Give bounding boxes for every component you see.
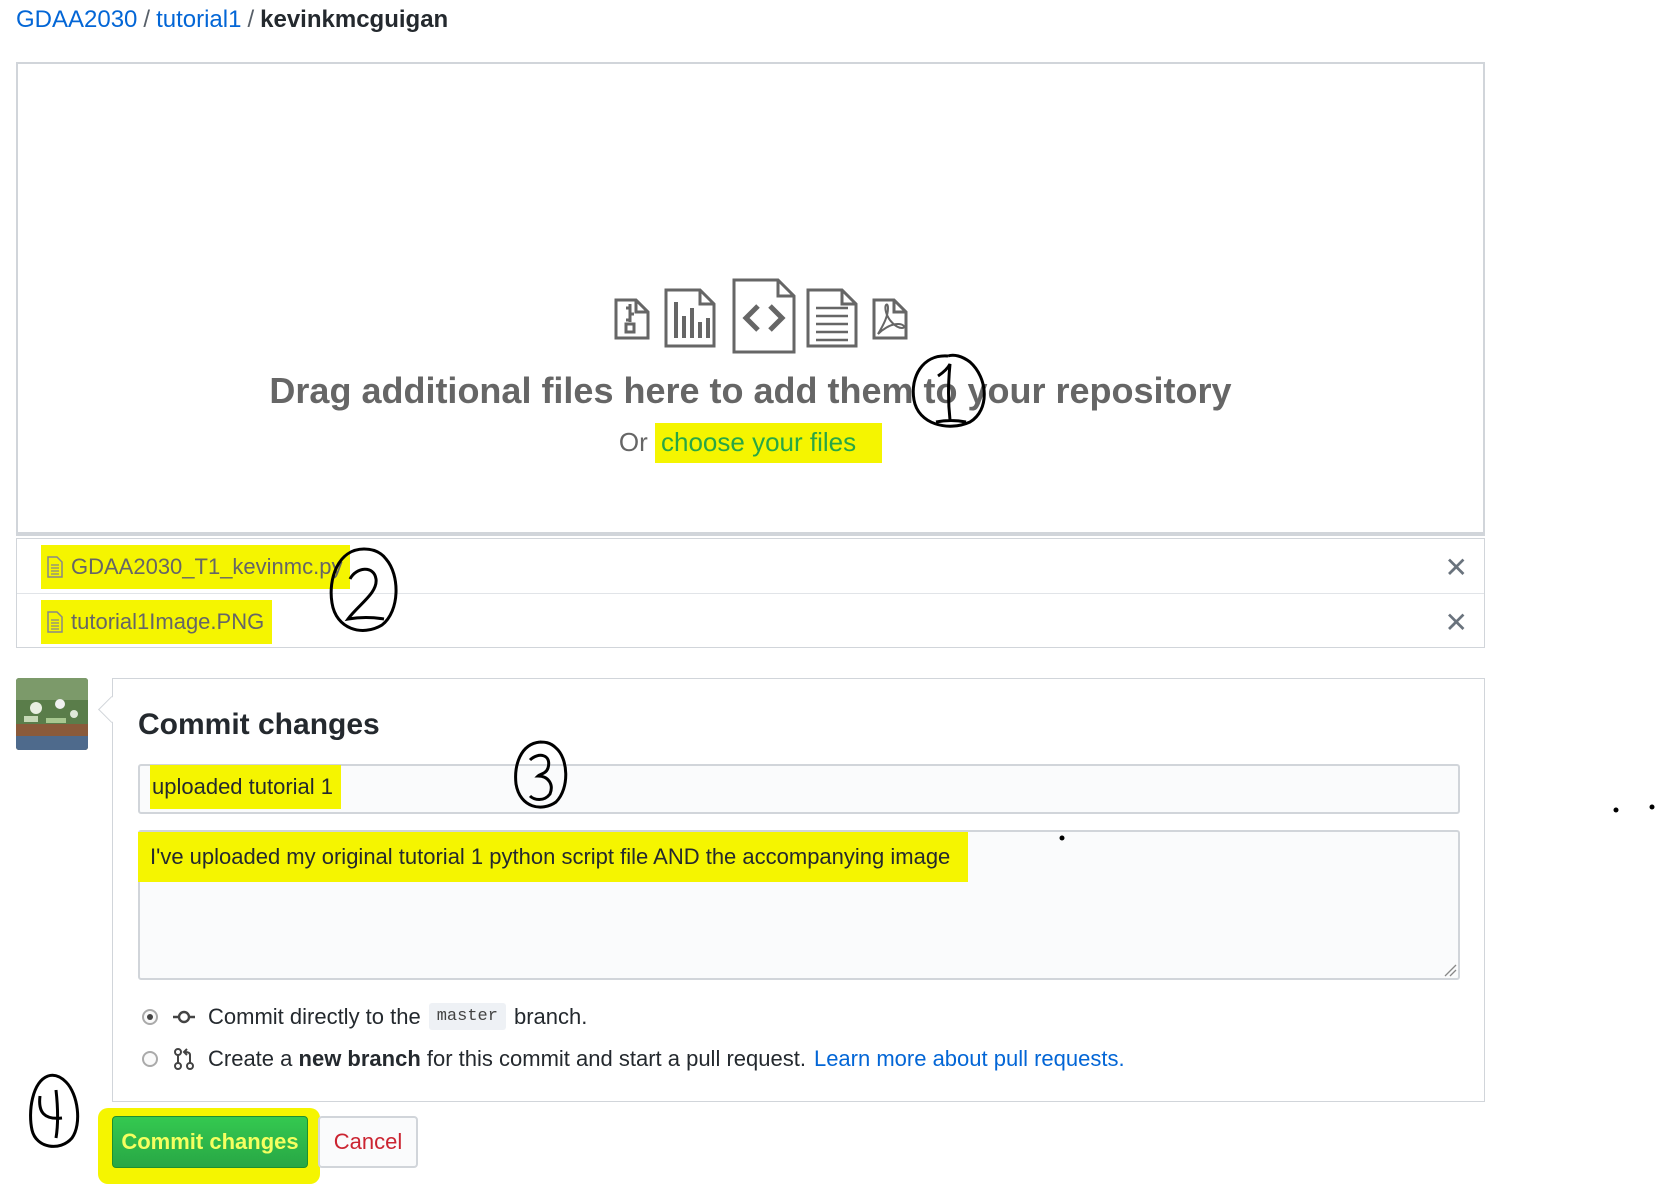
text-file-icon [806,288,858,348]
breadcrumb-separator: / [247,6,255,33]
commit-direct-prefix: Commit directly to the [208,1003,421,1029]
git-commit-icon [173,1010,195,1023]
pdf-file-icon [872,298,908,340]
breadcrumb-repo-link[interactable]: tutorial1 [156,6,241,33]
breadcrumb-owner-link[interactable]: GDAA2030 [16,6,137,33]
commit-direct-radio[interactable] [142,1008,158,1025]
remove-file-icon[interactable]: ✕ [1445,551,1468,584]
commit-new-branch-option[interactable]: Create a new branch for this commit and … [142,1046,1125,1072]
file-list-item: GDAA2030_T1_kevinmc.py ✕ [17,539,1484,593]
annotation-mark-3 [514,740,568,809]
avatar[interactable] [16,678,88,750]
annotation-mark-4 [29,1073,80,1148]
dropzone-title: Drag additional files here to add them t… [269,370,1232,411]
commit-summary-value[interactable]: uploaded tutorial 1 [150,765,342,809]
file-type-icons [614,278,908,354]
commit-changes-button[interactable]: Commit changes [112,1116,308,1168]
new-branch-bold: new branch [298,1046,421,1071]
dropzone-subtitle: Or choose your files [18,423,1483,463]
commit-direct-option[interactable]: Commit directly to the master branch. [142,1003,587,1030]
git-pull-request-icon [174,1048,194,1070]
commit-new-branch-radio[interactable] [142,1051,158,1067]
cancel-button[interactable]: Cancel [318,1116,418,1168]
file-name-highlight: tutorial1Image.PNG [41,600,273,644]
learn-pull-requests-link[interactable]: Learn more about pull requests. [814,1046,1125,1072]
upload-file-list: GDAA2030_T1_kevinmc.py ✕ tutorial1Image.… [16,538,1485,648]
file-list-item: tutorial1Image.PNG ✕ [17,593,1484,648]
remove-file-icon[interactable]: ✕ [1445,606,1468,639]
annotation-mark-1 [911,353,986,428]
file-text-icon [47,556,63,578]
file-name-highlight: GDAA2030_T1_kevinmc.py [41,545,351,589]
dropzone-or-text: Or [618,427,648,457]
breadcrumb: GDAA2030/tutorial1/kevinkmcguigan [16,4,448,36]
commit-direct-suffix: branch. [513,1003,588,1029]
file-name: GDAA2030_T1_kevinmc.py [71,554,343,579]
stray-dots [1613,804,1655,813]
breadcrumb-separator: / [143,6,151,33]
file-text-icon [47,611,63,633]
commit-description-value[interactable]: I've uploaded my original tutorial 1 pyt… [138,832,969,882]
commit-heading: Commit changes [138,708,380,741]
new-branch-prefix: Create a [208,1046,293,1071]
annotation-mark-2 [329,547,398,632]
chart-file-icon [664,288,716,348]
resize-grip-icon[interactable] [1443,963,1457,977]
branch-name: master [428,1003,506,1030]
breadcrumb-current: kevinkmcguigan [260,6,449,33]
new-branch-suffix: for this commit and start a pull request… [426,1046,806,1071]
file-name: tutorial1Image.PNG [71,609,265,634]
stray-dot [1059,835,1065,841]
code-file-icon [732,278,796,354]
file-dropzone[interactable]: Drag additional files here to add them t… [16,62,1485,536]
choose-files-link[interactable]: choose your files [655,423,883,463]
zip-file-icon [614,298,650,340]
